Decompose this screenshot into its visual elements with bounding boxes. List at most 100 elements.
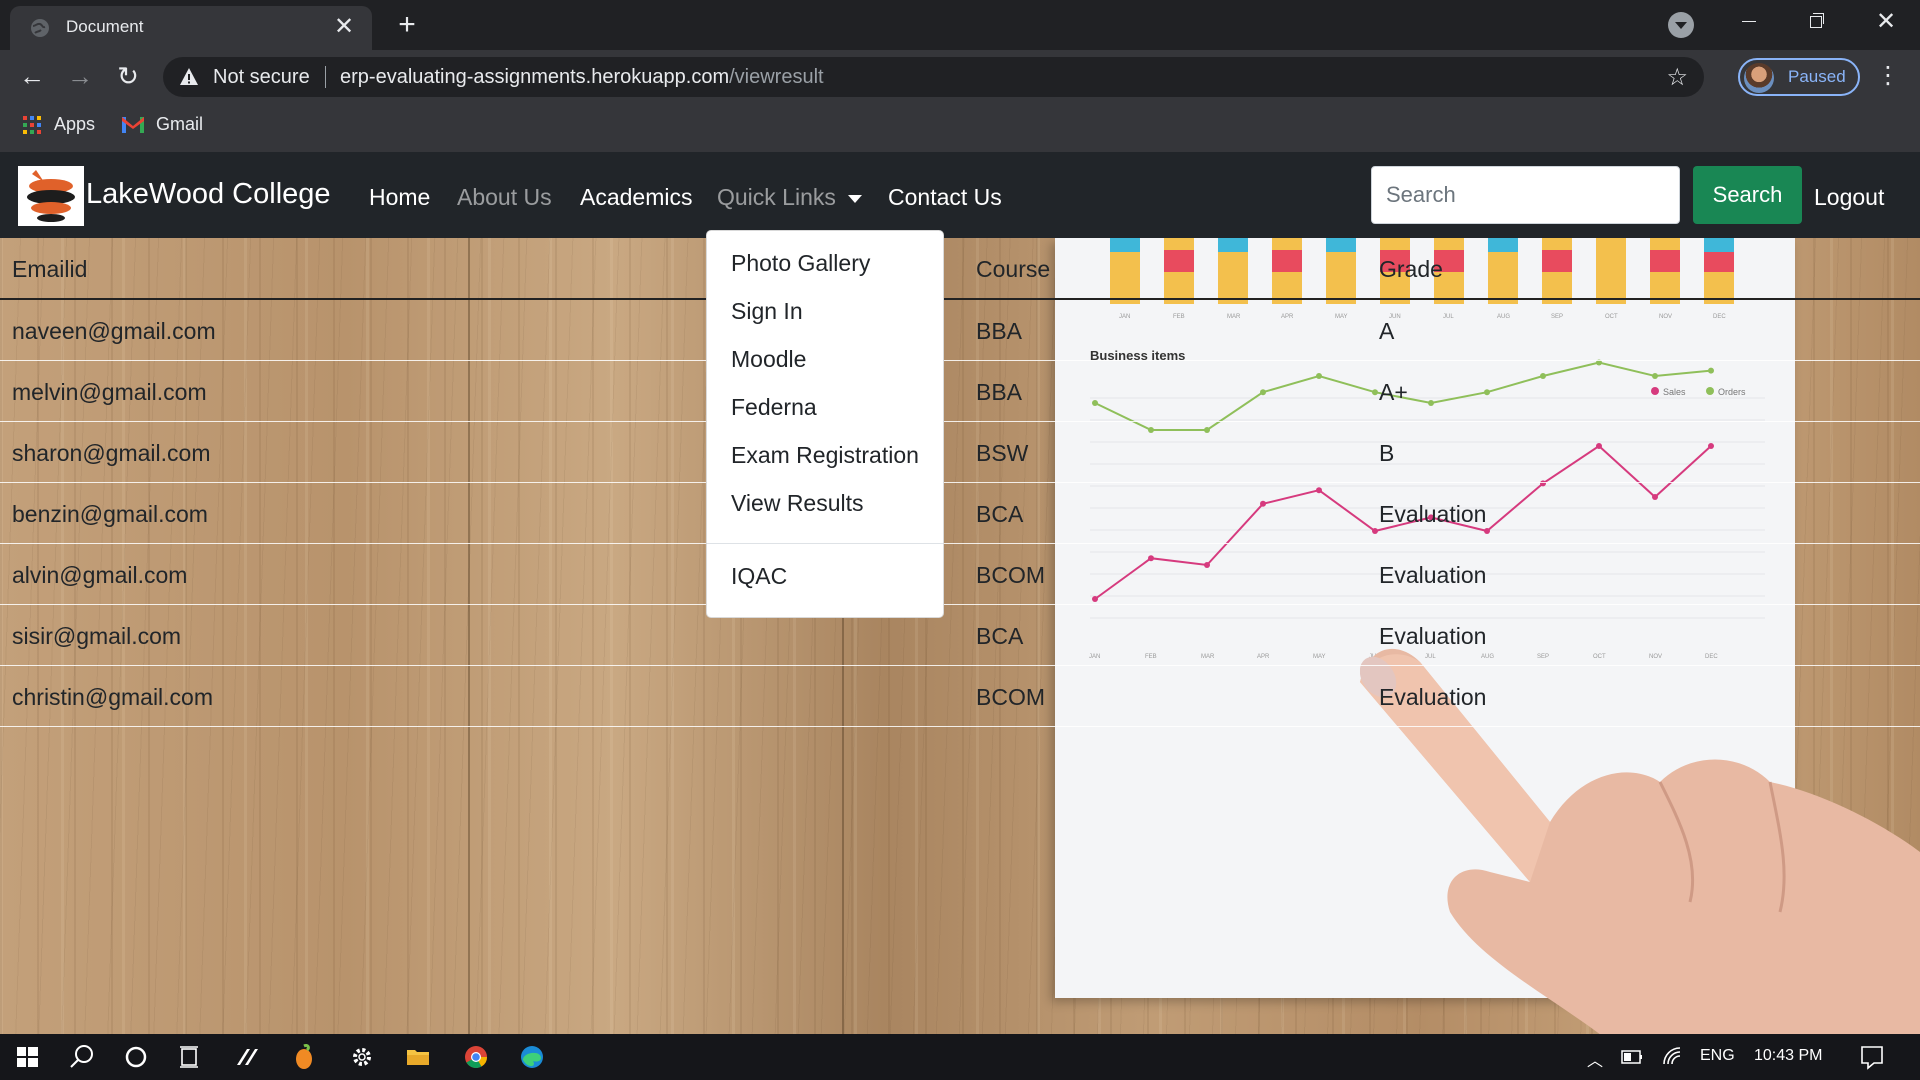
header-grade: Grade	[1379, 256, 1443, 282]
forward-arrow-icon[interactable]: →	[62, 58, 98, 94]
cell-email: christin@gmail.com	[12, 684, 214, 710]
browser-tab-strip: Document ✕ + ✕	[0, 0, 1920, 50]
search-button[interactable]: Search	[1693, 166, 1802, 224]
dropdown-divider	[707, 543, 943, 544]
page-content: JAN FEB MAR APR MAY JUN JUL AUG SEP OCT NOV DEC Bus…	[0, 152, 1920, 1034]
cell-course: BCA	[976, 501, 1024, 527]
dropdown-item-exam-registration[interactable]: Exam Registration	[731, 442, 919, 469]
dropdown-item-iqac[interactable]: IQAC	[731, 563, 787, 590]
warning-triangle-icon[interactable]	[179, 67, 199, 87]
dropdown-item-moodle[interactable]: Moodle	[731, 346, 806, 373]
dropdown-caret-icon	[847, 194, 862, 203]
cell-grade: Evaluation	[1379, 501, 1487, 527]
cell-course: BBA	[976, 379, 1023, 405]
minimize-icon[interactable]	[1720, 0, 1776, 44]
header-email: Emailid	[12, 256, 88, 282]
cell-course: BCA	[976, 623, 1024, 649]
edge-icon[interactable]	[504, 1034, 560, 1080]
search-input[interactable]	[1371, 166, 1680, 224]
new-tab-button[interactable]: +	[390, 8, 424, 42]
table-row: naveen@gmail.com BBA A	[0, 300, 1920, 361]
table-row: benzin@gmail.com BCA Evaluation	[0, 483, 1920, 544]
apps-grid-icon	[23, 116, 41, 135]
nav-academics[interactable]: Academics	[580, 184, 692, 211]
table-row: christin@gmail.com BCOM Evaluation	[0, 666, 1920, 727]
dropdown-item-sign-in[interactable]: Sign In	[731, 298, 803, 325]
cell-grade: A	[1379, 318, 1395, 344]
cell-course: BBA	[976, 318, 1023, 344]
profile-button[interactable]: Paused	[1738, 58, 1860, 96]
back-arrow-icon[interactable]: ←	[14, 58, 50, 94]
browser-tab[interactable]: Document ✕	[10, 6, 372, 50]
settings-gear-icon[interactable]	[334, 1034, 390, 1080]
app-icon[interactable]	[220, 1034, 276, 1080]
cell-grade: Evaluation	[1379, 623, 1487, 649]
address-separator	[325, 66, 326, 88]
cortana-icon[interactable]	[108, 1034, 164, 1080]
fl-studio-icon[interactable]	[276, 1034, 332, 1080]
cell-course: BCOM	[976, 562, 1045, 588]
table-row: sharon@gmail.com BSW B	[0, 422, 1920, 483]
tab-title: Document	[66, 17, 144, 36]
cell-email: melvin@gmail.com	[12, 379, 207, 405]
nav-quick-links[interactable]: Quick Links	[717, 184, 862, 211]
restore-icon[interactable]	[1788, 0, 1844, 44]
globe-icon	[31, 19, 49, 37]
more-menu-icon[interactable]: ⋮	[1876, 62, 1900, 90]
cell-grade: B	[1379, 440, 1395, 466]
bookmark-star-icon[interactable]: ☆	[1666, 63, 1688, 92]
table-row: alvin@gmail.com BCOM Evaluation	[0, 544, 1920, 605]
tab-search-icon[interactable]	[1668, 12, 1694, 38]
notification-icon[interactable]	[1852, 1034, 1892, 1080]
bookmark-gmail-label: Gmail	[156, 114, 204, 134]
url-path: /viewresult	[729, 66, 824, 88]
avatar	[1744, 63, 1774, 93]
cell-email: sharon@gmail.com	[12, 440, 211, 466]
chrome-icon[interactable]	[448, 1034, 504, 1080]
nav-about-us[interactable]: About Us	[457, 184, 552, 211]
search-icon[interactable]	[54, 1034, 110, 1080]
table-row: sisir@gmail.com BCA Evaluation	[0, 605, 1920, 666]
bookmarks-bar: Apps Gmail	[0, 104, 1920, 152]
bookmark-gmail[interactable]: Gmail	[122, 114, 203, 135]
cell-email: naveen@gmail.com	[12, 318, 216, 344]
logout-link[interactable]: Logout	[1814, 184, 1884, 211]
file-explorer-icon[interactable]	[390, 1034, 446, 1080]
language-indicator[interactable]: ENG	[1700, 1047, 1735, 1065]
dropdown-item-view-results[interactable]: View Results	[731, 490, 864, 517]
nav-home[interactable]: Home	[369, 184, 430, 211]
url-host: erp-evaluating-assignments.herokuapp.com	[340, 66, 730, 88]
browser-toolbar: ← → ↻ Not secure erp-evaluating-assignme…	[0, 50, 1920, 104]
dropdown-item-federna[interactable]: Federna	[731, 394, 817, 421]
cell-grade: Evaluation	[1379, 684, 1487, 710]
window-close-icon[interactable]: ✕	[1858, 0, 1914, 44]
tray-chevron-icon[interactable]: ︿	[1587, 1047, 1603, 1071]
profile-status: Paused	[1788, 67, 1846, 86]
battery-icon[interactable]	[1617, 1034, 1647, 1080]
url-text[interactable]: erp-evaluating-assignments.herokuapp.com…	[340, 66, 824, 89]
cell-email: sisir@gmail.com	[12, 623, 182, 649]
clock[interactable]: 10:43 PM	[1754, 1047, 1822, 1065]
not-secure-label[interactable]: Not secure	[213, 66, 310, 89]
cell-course: BCOM	[976, 684, 1045, 710]
nav-contact-us[interactable]: Contact Us	[888, 184, 1002, 211]
bookmark-apps[interactable]: Apps	[22, 114, 95, 135]
nav-quick-links-label: Quick Links	[717, 184, 836, 210]
cell-grade: Evaluation	[1379, 562, 1487, 588]
wifi-icon[interactable]	[1658, 1034, 1688, 1080]
cell-course: BSW	[976, 440, 1029, 466]
brand-name[interactable]: LakeWood College	[86, 178, 331, 211]
tab-close-icon[interactable]: ✕	[330, 13, 358, 41]
gmail-icon	[122, 117, 144, 134]
address-bar[interactable]: Not secure erp-evaluating-assignments.he…	[163, 57, 1704, 97]
dropdown-item-photo-gallery[interactable]: Photo Gallery	[731, 250, 870, 277]
table-header-row: Emailid Course Grade	[0, 238, 1920, 300]
task-view-icon[interactable]	[162, 1034, 218, 1080]
cell-email: benzin@gmail.com	[12, 501, 208, 527]
site-navbar: LakeWood College Home About Us Academics…	[0, 152, 1920, 238]
windows-start-icon[interactable]	[0, 1034, 56, 1080]
reload-icon[interactable]: ↻	[110, 58, 146, 94]
windows-taskbar: ︿ ENG 10:43 PM	[0, 1034, 1920, 1080]
college-logo-icon[interactable]	[18, 166, 84, 226]
quick-links-dropdown: Photo Gallery Sign In Moodle Federna Exa…	[706, 230, 944, 618]
